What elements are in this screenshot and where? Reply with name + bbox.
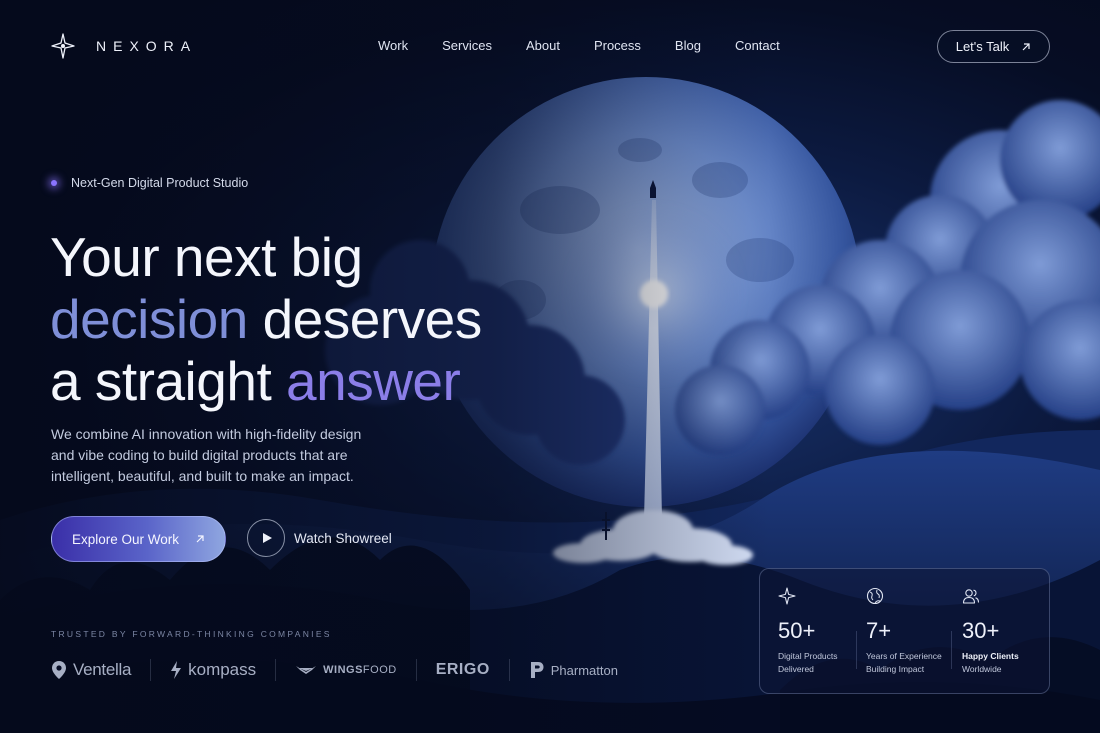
lets-talk-label: Let's Talk [955,39,1010,54]
main-nav: Work Services About Process Blog Contact [378,38,780,53]
hero-description: We combine AI innovation with high-fidel… [51,426,362,484]
sparkle-star-icon [51,33,75,59]
headline-accent-decision: decision [50,288,248,350]
nav-contact[interactable]: Contact [735,38,780,53]
logo-wingsfood: WINGSFOOD [295,657,397,683]
watch-showreel-button[interactable]: Watch Showreel [247,519,392,557]
logo-divider [150,659,152,681]
stats-card: 50+ Digital Products Delivered 7+ Years … [759,568,1050,694]
headline-line-1: Your next big [50,226,363,288]
wingsfood-name: WINGSFOOD [323,664,397,676]
brand-name: NEXORA [96,38,198,54]
explore-our-work-button[interactable]: Explore Our Work [51,516,226,562]
stat-caption-line-1: Happy Clients [962,651,1019,661]
food-light: FOOD [362,664,397,676]
trusted-label: TRUSTED BY FORWARD-THINKING COMPANIES [51,629,332,639]
ventella-name: Ventella [73,660,132,679]
stat-caption-line-1: Digital Products [778,651,838,661]
stat-caption-line-2: Delivered [778,663,814,674]
users-icon [962,589,980,604]
headline-line-3-start: a straight [50,350,287,412]
client-logos: Ventella kompass WINGSFOOD ERIGO Pharmat… [51,657,618,683]
logo-divider [275,659,277,681]
logo-divider [415,659,417,681]
nav-work[interactable]: Work [378,38,408,53]
nav-blog[interactable]: Blog [675,38,701,53]
headline-accent-answer: answer [286,350,461,412]
hero-eyebrow: Next-Gen Digital Product Studio [51,176,248,190]
wings-bold: WINGS [323,664,363,676]
stat-value: 50+ [778,618,816,643]
stat-products: 50+ Digital Products Delivered [778,587,866,675]
stat-divider [856,631,857,669]
nav-about[interactable]: About [526,38,560,53]
stat-experience: 7+ Years of Experience Building Impact [866,587,954,675]
showreel-label: Watch Showreel [294,530,392,546]
stat-caption: Years of Experience Building Impact [866,650,954,675]
explore-label: Explore Our Work [71,531,180,547]
arrow-up-right-icon [1022,42,1030,50]
stat-caption-line-2: Worldwide [962,663,1002,674]
sparkle-icon [778,587,796,605]
stat-divider [951,631,952,669]
location-pin-icon [52,661,66,679]
logo-kompass: kompass [170,657,256,683]
logo-pharmatton: Pharmatton [529,657,618,683]
nav-services[interactable]: Services [442,38,492,53]
headline-line-3: a straight answer [50,350,570,412]
stat-caption-line-1: Years of Experience [866,651,942,661]
kompass-name: kompass [188,660,257,679]
site-header: NEXORA Work Services About Process Blog … [0,0,1100,92]
wings-icon [296,666,317,674]
pharmatton-name: Pharmatton [550,662,618,678]
nav-process[interactable]: Process [594,38,641,53]
erigo-name: ERIGO [435,661,490,678]
play-icon [263,533,272,543]
arrow-up-right-icon [196,535,204,543]
logo-divider [508,659,510,681]
logo-erigo: ERIGO [436,657,490,683]
stat-clients: 30+ Happy Clients Worldwide [962,587,1050,675]
lets-talk-button[interactable]: Let's Talk [937,30,1050,63]
stat-caption-line-2: Building Impact [866,663,925,674]
headline-line-2: decision deserves [50,288,570,350]
brand-logo[interactable]: NEXORA [50,33,197,59]
globe-icon [866,587,884,605]
play-button-circle[interactable] [247,519,285,557]
glow-dot-icon [51,180,57,186]
stat-caption: Happy Clients Worldwide [962,650,1050,675]
hero-headline: Your next big decision deserves a straig… [50,226,570,412]
stat-value: 30+ [962,618,1000,643]
p-monogram-icon [530,662,544,678]
stat-value: 7+ [866,618,892,643]
headline-line-2-rest: deserves [247,288,483,350]
eyebrow-text: Next-Gen Digital Product Studio [71,176,249,190]
stat-caption: Digital Products Delivered [778,650,866,675]
logo-ventella: Ventella [51,657,131,683]
bolt-icon [171,661,182,679]
